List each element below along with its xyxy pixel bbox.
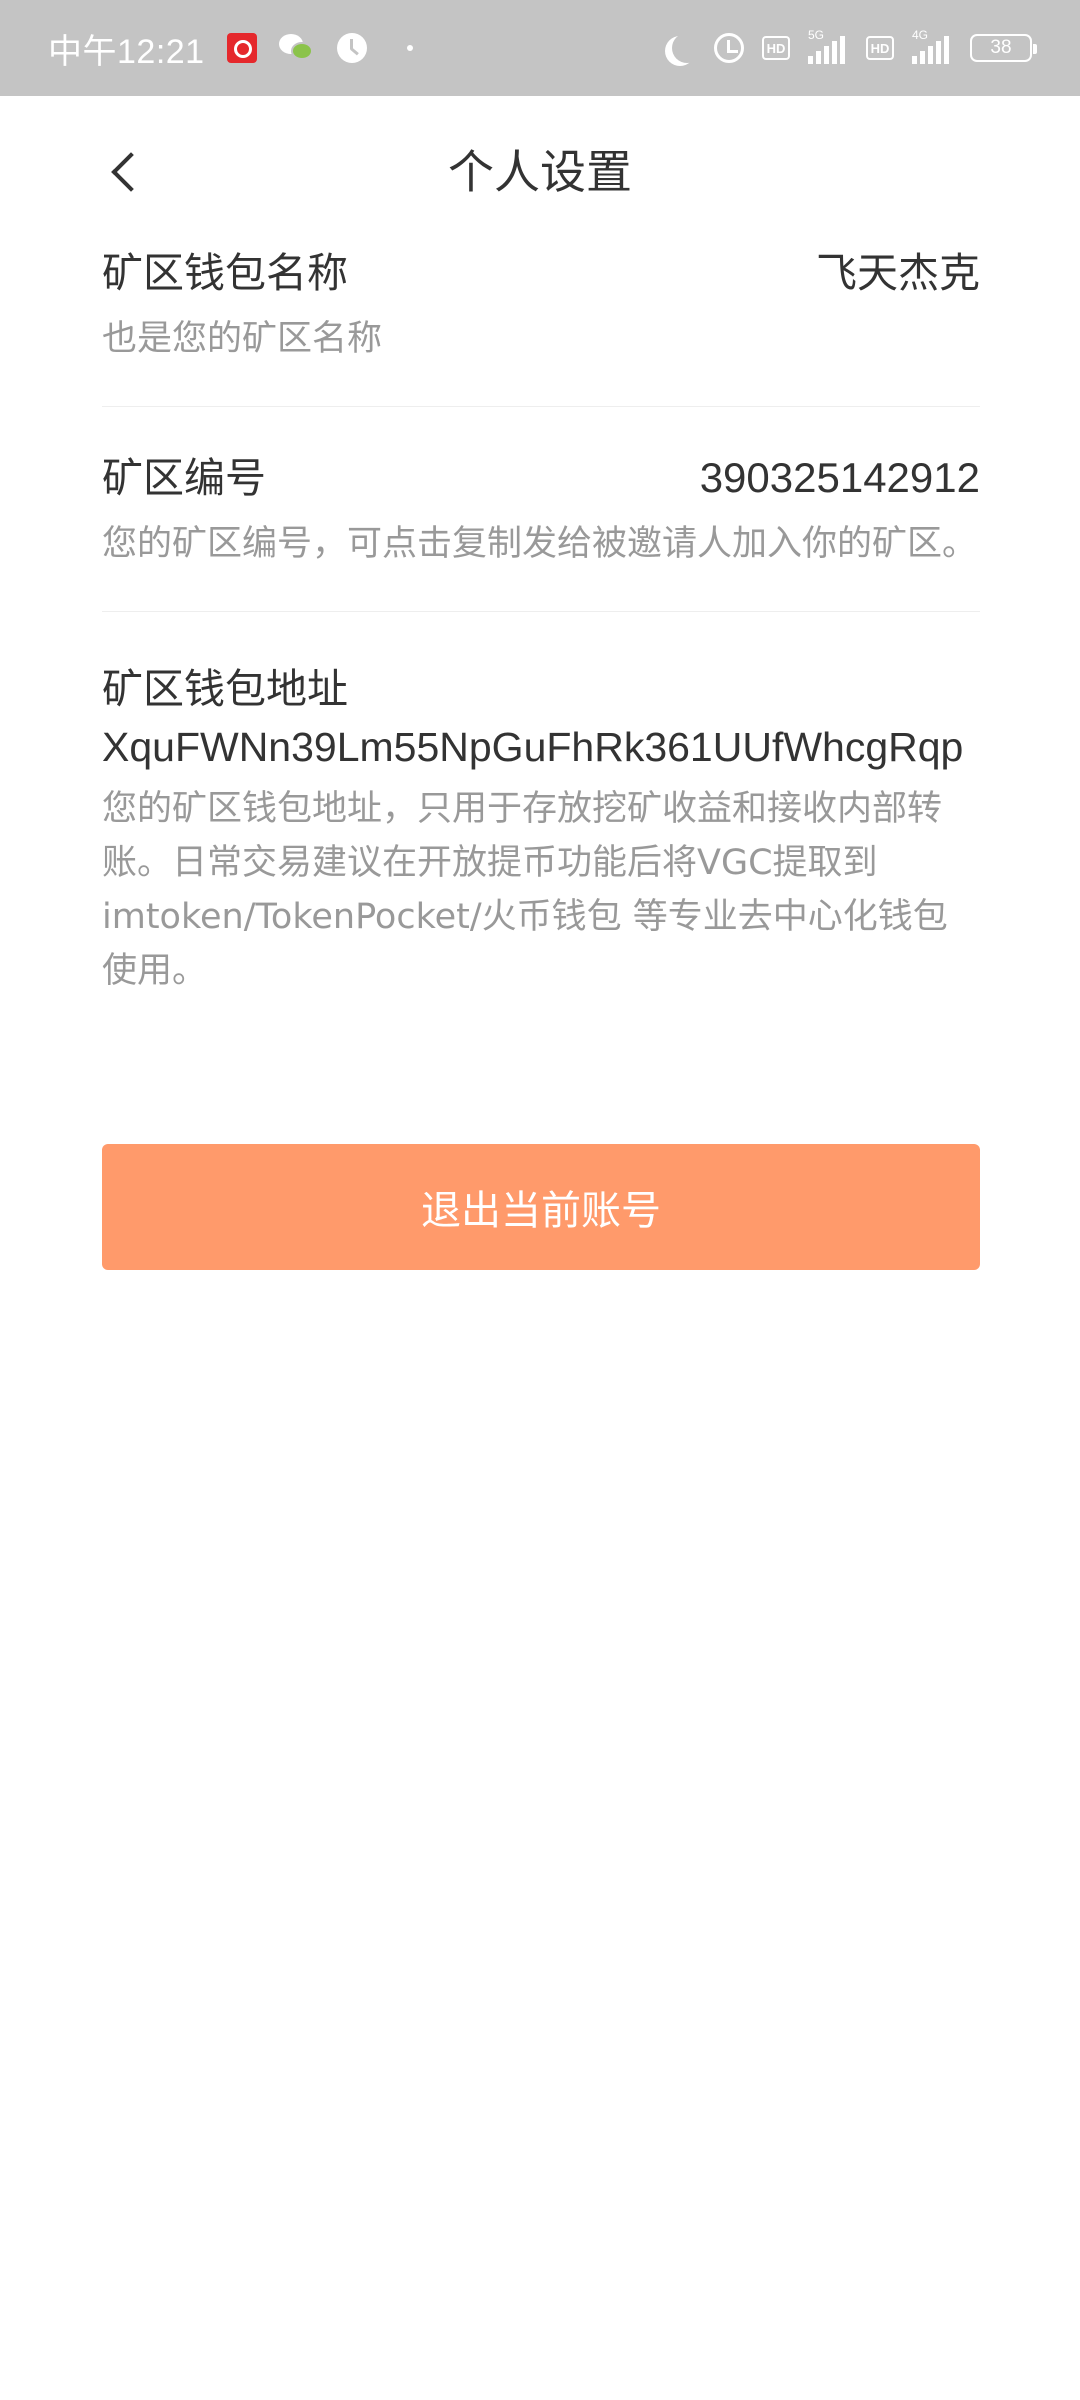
- status-bar: 中午12:21 HD 5G HD 4G 38: [0, 0, 1080, 96]
- dot-icon: [406, 45, 413, 51]
- wallet-name-row: 矿区钱包名称 飞天杰克: [102, 242, 980, 304]
- mine-code-value[interactable]: 390325142912: [700, 447, 980, 509]
- header: 个人设置: [0, 96, 1080, 252]
- clock-icon: [336, 33, 367, 63]
- moon-icon: [672, 33, 702, 63]
- hd-icon: HD: [866, 36, 894, 60]
- wallet-address-value[interactable]: XquFWNn39Lm55NpGuFhRk361UUfWhcgRqp: [102, 720, 980, 774]
- signal-5g-label: 5G: [808, 28, 825, 42]
- wallet-name-value[interactable]: 飞天杰克: [816, 242, 980, 304]
- settings-list: 矿区钱包名称 飞天杰克 也是您的矿区名称 矿区编号 390325142912 您…: [102, 242, 980, 998]
- logout-button[interactable]: 退出当前账号: [102, 1144, 980, 1270]
- signal-4g-label: 4G: [912, 28, 929, 42]
- battery-icon: 38: [970, 34, 1037, 62]
- netease-music-icon: [226, 33, 257, 63]
- wechat-icon: [278, 34, 315, 62]
- status-bar-left: 中午12:21: [48, 0, 413, 96]
- wallet-address-item: 矿区钱包地址 XquFWNn39Lm55NpGuFhRk361UUfWhcgRq…: [102, 612, 980, 998]
- status-time: 中午12:21: [48, 32, 205, 71]
- status-bar-right: HD 5G HD 4G 38: [660, 0, 1037, 96]
- wallet-name-label: 矿区钱包名称: [102, 249, 348, 297]
- alarm-icon: [714, 33, 744, 63]
- page-title: 个人设置: [448, 145, 632, 199]
- wallet-name-description: 也是您的矿区名称: [102, 319, 383, 359]
- signal-4g-icon: 4G: [912, 28, 952, 64]
- signal-5g-icon: 5G: [808, 28, 848, 64]
- wallet-name-item: 矿区钱包名称 飞天杰克 也是您的矿区名称: [102, 242, 980, 406]
- mine-code-row: 矿区编号 390325142912: [102, 447, 980, 509]
- wallet-address-label: 矿区钱包地址: [102, 665, 348, 713]
- mine-code-description: 您的矿区编号，可点击复制发给被邀请人加入你的矿区。: [102, 524, 978, 564]
- hd-icon: HD: [762, 36, 790, 60]
- mine-code-item[interactable]: 矿区编号 390325142912 您的矿区编号，可点击复制发给被邀请人加入你的…: [102, 407, 980, 611]
- wallet-address-description: 您的矿区钱包地址，只用于存放挖矿收益和接收内部转账。日常交易建议在开放提币功能后…: [102, 789, 948, 991]
- mine-code-label: 矿区编号: [102, 454, 266, 502]
